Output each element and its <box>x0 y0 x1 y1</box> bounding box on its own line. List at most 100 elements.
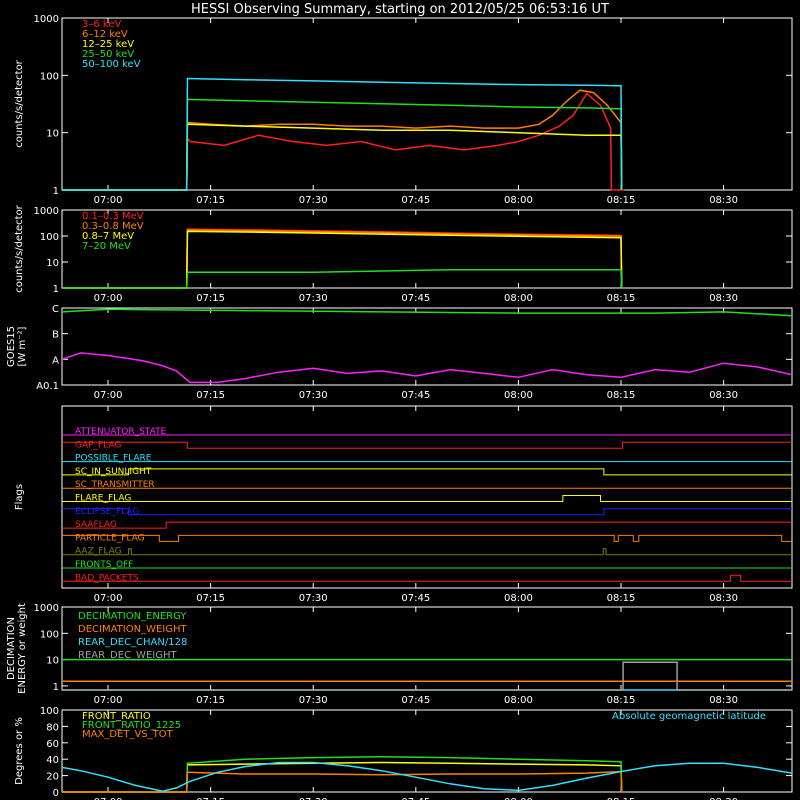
time-tick-label: 07:45 <box>401 695 430 706</box>
time-tick-label: 08:15 <box>607 593 636 604</box>
flag-line <box>62 468 792 476</box>
panel-frame <box>61 405 793 589</box>
flag-label: SC_IN_SUNLIGHT <box>75 467 152 477</box>
flag-label: BAD_PACKETS <box>75 573 139 583</box>
flag-label: ECLIPSE_FLAG <box>75 507 139 517</box>
y-axis-label: Degrees or % <box>14 717 25 785</box>
time-tick-label: 08:30 <box>709 293 738 304</box>
flag-label: AAZ_FLAG <box>75 547 122 557</box>
time-tick-label: 07:15 <box>196 593 225 604</box>
panel-ratios: 07:0007:1507:3007:4508:0008:1508:30Degre… <box>14 706 793 800</box>
series-line <box>61 761 793 792</box>
time-tick-label: 08:30 <box>709 195 738 206</box>
time-tick-label: 07:30 <box>299 593 328 604</box>
y-axis-label: Flags <box>14 484 25 510</box>
legend-entry: REAR_DEC_WEIGHT <box>78 650 177 661</box>
flag-label: FLARE_FLAG <box>75 494 131 504</box>
y-axis-label: DECIMATION <box>6 617 17 680</box>
time-tick-label: 07:45 <box>401 593 430 604</box>
y-tick-label: 60 <box>46 739 59 750</box>
legend-entry: REAR_DEC_CHAN/128 <box>78 637 187 648</box>
time-tick-label: 08:15 <box>607 390 636 401</box>
flag-line <box>62 521 792 529</box>
time-tick-label: 07:45 <box>401 293 430 304</box>
y-tick-label: 1000 <box>34 14 59 25</box>
panel-count-rates: 07:00 07:15 07:30 07:45 08:00 08:15 08:30 count… <box>14 14 793 206</box>
panel-gamma-rates: 07:00 07:15 07:30 07:45 08:00 08:15 08:30 count… <box>14 204 793 304</box>
series-line <box>62 123 623 191</box>
series-line <box>62 77 623 191</box>
flag-label: PARTICLE_FLAG <box>75 533 145 543</box>
y-axis-label: ENERGY or weight <box>17 603 28 694</box>
y-axis-label: counts/s/detector <box>14 59 25 147</box>
panel-frame <box>61 17 793 191</box>
panel-frame <box>61 209 793 289</box>
legend-entry: DECIMATION_WEIGHT <box>78 624 187 635</box>
time-tick-label: 08:00 <box>504 390 533 401</box>
series-line <box>61 352 793 384</box>
legend-entry: 50–100 keV <box>82 59 141 70</box>
flag-line <box>62 574 792 582</box>
chart-title: HESSI Observing Summary, starting on 201… <box>191 2 609 17</box>
time-tick-label: 08:30 <box>709 593 738 604</box>
y-tick-label: 0 <box>53 788 59 799</box>
y-tick-label: 100 <box>40 706 59 717</box>
series-line <box>61 308 793 317</box>
time-tick-label: 08:00 <box>504 593 533 604</box>
flag-line <box>62 508 792 516</box>
flag-line <box>62 495 792 502</box>
panel-flags: 07:00 07:15 07:30 07:45 08:00 08:15 08:30 Flags… <box>14 405 793 604</box>
flag-label: POSSIBLE_FLARE <box>75 454 152 464</box>
time-tick-label: 07:30 <box>299 390 328 401</box>
hessi-summary-chart: HESSI Observing Summary, starting on 201… <box>6 2 793 800</box>
time-tick-label: 07:30 <box>299 293 328 304</box>
time-tick-label: 07:15 <box>196 195 225 206</box>
panel-annotation: Absolute geomagnetic latitude <box>612 711 766 722</box>
series-line <box>62 92 625 191</box>
y-tick-label: 1 <box>53 186 59 197</box>
flag-label: SC_TRANSMITTER <box>75 480 155 490</box>
y-tick-label: 80 <box>46 722 59 733</box>
series-line <box>62 228 623 289</box>
series-line <box>62 770 623 793</box>
legend-entry: DECIMATION_ENERGY <box>78 611 187 622</box>
y-tick-label: A <box>52 355 59 366</box>
time-tick-label: 08:15 <box>607 695 636 706</box>
chart-panels: 07:00 07:15 07:30 07:45 08:00 08:15 08:30 count… <box>6 14 793 800</box>
time-tick-label: 07:30 <box>299 195 328 206</box>
y-tick-label: 40 <box>46 755 59 766</box>
flag-label: GAP_FLAG <box>75 440 121 450</box>
time-tick-label: 07:45 <box>401 390 430 401</box>
flag-label: FRONTS_OFF <box>75 560 133 570</box>
y-tick-label: 1000 <box>34 603 59 614</box>
time-tick-label: 08:30 <box>709 695 738 706</box>
y-axis-label: [W m⁻²] <box>17 326 28 366</box>
time-tick-label: 08:30 <box>709 390 738 401</box>
y-tick-label: B <box>52 330 59 341</box>
flag-label: SAAFLAG <box>75 520 117 530</box>
series-line <box>62 230 623 289</box>
y-axis-label: GOES15 <box>6 326 17 367</box>
legend-entry: MAX_DET_VS_TOT <box>82 729 174 740</box>
time-tick-label: 07:45 <box>401 195 430 206</box>
panel-goes: 07:00 07:15 07:30 07:45 08:00 08:15 08:30 GOES1… <box>6 304 793 401</box>
time-tick-label: 08:00 <box>504 695 533 706</box>
time-tick-label: 07:00 <box>94 195 123 206</box>
flag-line <box>62 534 792 542</box>
y-tick-label: 1 <box>53 284 59 295</box>
y-tick-label: 10 <box>46 258 59 269</box>
time-tick-label: 07:15 <box>196 390 225 401</box>
time-tick-label: 08:00 <box>504 195 533 206</box>
time-tick-label: 07:15 <box>196 293 225 304</box>
y-tick-label: 20 <box>46 772 59 783</box>
flag-label: ATTENUATOR_STATE <box>75 427 167 437</box>
time-tick-label: 07:00 <box>94 695 123 706</box>
time-tick-label: 07:30 <box>299 695 328 706</box>
flag-line <box>62 441 792 449</box>
y-tick-label: A0.1 <box>36 381 59 392</box>
y-tick-label: 100 <box>40 71 59 82</box>
y-tick-label: 1000 <box>34 206 59 217</box>
flag-line <box>62 548 792 556</box>
time-tick-label: 07:00 <box>94 390 123 401</box>
time-tick-label: 08:15 <box>607 195 636 206</box>
